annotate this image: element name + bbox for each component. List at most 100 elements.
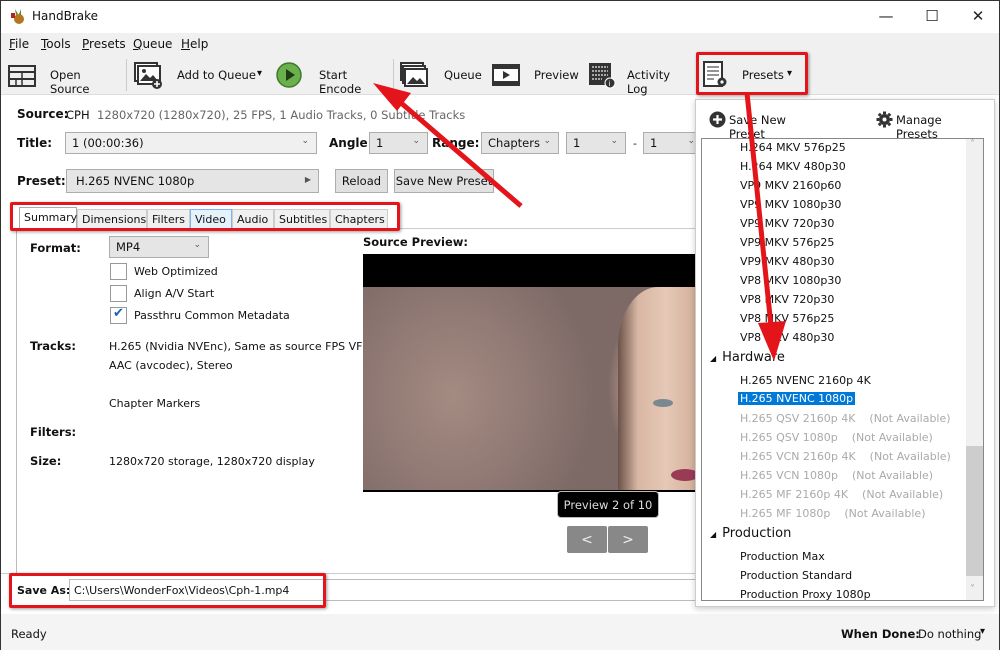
save-new-preset-button[interactable]: Save New Preset xyxy=(394,169,494,193)
preset-item[interactable]: VP9 MKV 1080p30 xyxy=(740,198,841,211)
queue-images-icon xyxy=(400,62,428,87)
reload-button[interactable]: Reload xyxy=(335,169,388,193)
mnemonic: P xyxy=(82,37,90,51)
scroll-up-icon[interactable]: ˄ xyxy=(970,139,975,150)
preset-item-unavailable: H.265 MF 1080p (Not Available) xyxy=(740,507,926,520)
chevron-down-icon: ⌄ xyxy=(610,136,618,146)
preset-item-unavailable: H.265 VCN 2160p 4K (Not Available) xyxy=(740,450,951,463)
handbrake-window: HandBrake — ☐ ✕ File Tools Presets Queue… xyxy=(0,0,1000,650)
annotation-box-tabs xyxy=(10,202,400,231)
preview-eye xyxy=(653,399,673,407)
menu-queue[interactable]: Queue xyxy=(133,37,172,51)
manage-presets-button[interactable]: Manage Presets xyxy=(876,110,986,141)
svg-text:i: i xyxy=(609,80,611,88)
passthru-metadata-checkbox[interactable] xyxy=(110,306,127,324)
range-type-select[interactable]: Chapters ⌄ xyxy=(481,132,559,154)
open-source-label: Open Source xyxy=(50,68,90,96)
preset-item[interactable]: Production Max xyxy=(740,550,825,563)
preset-category-hardware[interactable]: ◢ Hardware xyxy=(710,350,785,365)
toolbar: Open Source Add to Queue ▾ Start Encode xyxy=(1,55,999,96)
start-encode-button[interactable]: Start Encode xyxy=(273,55,389,96)
range-start-select[interactable]: 1 ⌄ xyxy=(566,132,626,154)
range-type-value: Chapters xyxy=(488,136,540,150)
angle-label: Angle: xyxy=(329,136,373,150)
preset-item[interactable]: VP8 MKV 720p30 xyxy=(740,293,834,306)
preset-item[interactable]: VP9 MKV 2160p60 xyxy=(740,179,841,192)
preset-item-unavailable: H.265 QSV 2160p 4K (Not Available) xyxy=(740,412,951,425)
source-label: Source: xyxy=(17,107,69,121)
range-start-value: 1 xyxy=(573,136,581,150)
angle-value: 1 xyxy=(376,136,384,150)
maximize-button[interactable]: ☐ xyxy=(909,1,955,31)
preset-item[interactable]: H.264 MKV 480p30 xyxy=(740,160,846,173)
maximize-icon: ☐ xyxy=(925,7,939,25)
track-chapters: Chapter Markers xyxy=(109,397,201,410)
format-value: MP4 xyxy=(116,240,141,254)
dropdown-arrow-icon[interactable]: ▾ xyxy=(257,68,262,79)
clapperboard-icon xyxy=(8,65,36,87)
queue-label: Queue xyxy=(444,68,482,82)
preview-counter-text: Preview 2 of 10 xyxy=(563,497,653,512)
preset-select[interactable]: H.265 NVENC 1080p ▶ xyxy=(66,169,319,193)
menu-label: resets xyxy=(89,37,126,51)
preview-prev-button[interactable]: < xyxy=(567,526,607,553)
when-done-label: When Done: xyxy=(841,627,920,641)
preset-tree-list: H.264 MKV 576p25 H.264 MKV 480p30 VP9 MK… xyxy=(701,138,984,601)
when-done-value: Do nothing xyxy=(918,627,982,641)
preview-counter-badge: Preview 2 of 10 xyxy=(557,491,659,518)
preset-item[interactable]: VP8 MKV 480p30 xyxy=(740,331,834,344)
source-info: 1280x720 (1280x720), 25 FPS, 1 Audio Tra… xyxy=(97,108,466,122)
web-optimized-label: Web Optimized xyxy=(134,265,218,278)
collapse-triangle-icon: ◢ xyxy=(710,530,717,539)
preview-next-button[interactable]: > xyxy=(608,526,648,553)
scroll-down-icon[interactable]: ˅ xyxy=(970,584,975,595)
title-select[interactable]: 1 (00:00:36) ⌄ xyxy=(65,132,317,154)
close-button[interactable]: ✕ xyxy=(955,1,1000,31)
handbrake-pineapple-icon xyxy=(11,9,24,24)
menu-label: ile xyxy=(15,37,30,51)
preset-label: Preset: xyxy=(17,174,66,188)
track-video: H.265 (Nvidia NVEnc), Same as source FPS… xyxy=(109,340,371,353)
annotation-box-save-as xyxy=(9,573,326,608)
menu-tools[interactable]: Tools xyxy=(41,37,71,51)
passthru-metadata-label: Passthru Common Metadata xyxy=(134,309,290,322)
preset-item[interactable]: VP9 MKV 480p30 xyxy=(740,255,834,268)
add-to-queue-button[interactable]: Add to Queue ▾ xyxy=(131,55,271,95)
format-select[interactable]: MP4 ⌄ xyxy=(109,236,209,258)
close-icon: ✕ xyxy=(971,7,985,25)
save-new-preset-label: Save New Preset xyxy=(395,174,493,188)
preset-item[interactable]: H.264 MKV 576p25 xyxy=(740,141,846,154)
preset-item[interactable]: VP9 MKV 576p25 xyxy=(740,236,834,249)
track-audio: AAC (avcodec), Stereo xyxy=(109,359,233,372)
size-value: 1280x720 storage, 1280x720 display xyxy=(109,455,315,468)
angle-select[interactable]: 1 ⌄ xyxy=(369,132,428,154)
range-end-select[interactable]: 1 ⌄ xyxy=(643,132,703,154)
preset-item[interactable]: Production Proxy 1080p xyxy=(740,588,871,600)
scroll-thumb[interactable] xyxy=(966,446,983,576)
web-optimized-checkbox[interactable] xyxy=(110,263,127,280)
preset-item[interactable]: Production Standard xyxy=(740,569,852,582)
menu-help[interactable]: Help xyxy=(181,37,208,51)
open-source-button[interactable]: Open Source xyxy=(5,55,121,96)
add-to-queue-label: Add to Queue xyxy=(177,68,256,82)
mnemonic: H xyxy=(181,37,191,51)
when-done-select[interactable]: Do nothing ▾ xyxy=(918,626,993,644)
save-new-preset-menu-button[interactable]: Save New Preset xyxy=(709,110,819,141)
title-value: 1 (00:00:36) xyxy=(72,136,144,150)
preset-list-scrollbar[interactable]: ˄ ˅ xyxy=(966,139,983,600)
preset-item[interactable]: VP9 MKV 720p30 xyxy=(740,217,834,230)
menu-presets[interactable]: Presets xyxy=(82,37,126,51)
collapse-triangle-icon: ◢ xyxy=(710,354,717,363)
status-bar: Ready When Done: Do nothing ▾ xyxy=(1,614,999,650)
preset-item-selected[interactable]: H.265 NVENC 1080p xyxy=(738,392,856,405)
align-av-checkbox[interactable] xyxy=(110,285,127,302)
preset-item[interactable]: VP8 MKV 576p25 xyxy=(740,312,834,325)
preview-button[interactable]: Preview xyxy=(489,55,579,95)
preset-category-production[interactable]: ◢ Production xyxy=(710,526,791,541)
menu-file[interactable]: File xyxy=(9,37,29,51)
preset-item[interactable]: H.265 NVENC 2160p 4K xyxy=(740,374,871,387)
minimize-button[interactable]: — xyxy=(863,1,909,31)
activity-log-button[interactable]: i Activity Log xyxy=(585,55,693,96)
preset-item[interactable]: VP8 MKV 1080p30 xyxy=(740,274,841,287)
queue-button[interactable]: Queue xyxy=(397,55,483,95)
